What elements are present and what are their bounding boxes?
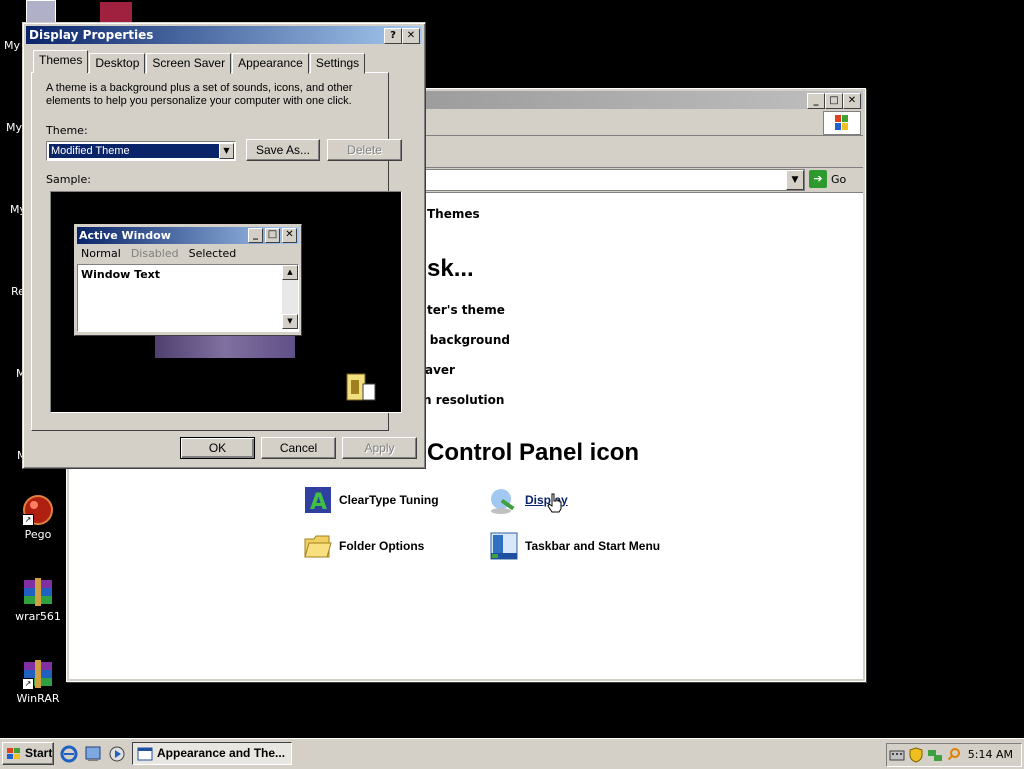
scroll-down-icon: ▼ — [282, 314, 298, 329]
network-icon[interactable] — [927, 747, 943, 763]
theme-select-value: Modified Theme — [49, 144, 219, 158]
theme-description: A theme is a background plus a set of so… — [46, 82, 353, 107]
tab-themes[interactable]: Themes — [33, 50, 89, 73]
keyboard-icon[interactable] — [889, 747, 905, 763]
theme-sample-preview: Active Window _ □ ✕ Normal Disabled Sele… — [50, 191, 402, 413]
cleartype-icon: A — [305, 487, 331, 515]
close-button[interactable]: ✕ — [843, 93, 861, 109]
sample-window-text: Window Text — [81, 268, 161, 281]
sample-menu-bar: Normal Disabled Selected — [81, 247, 236, 260]
sample-menu-selected: Selected — [188, 247, 237, 260]
minimize-button[interactable]: _ — [807, 93, 825, 109]
dialog-title: Display Properties — [29, 28, 154, 42]
tab-appearance[interactable]: Appearance — [232, 53, 309, 74]
delete-button[interactable]: Delete — [327, 139, 402, 161]
sample-minimize-icon: _ — [248, 228, 263, 243]
theme-dropdown-button[interactable]: ▼ — [219, 143, 234, 159]
cp-item-label: Taskbar and Start Menu — [525, 539, 661, 553]
start-button[interactable]: Start — [2, 742, 54, 765]
task-link-desktop-background[interactable]: p background — [417, 333, 510, 347]
sample-window-body: Window Text ▲ ▼ — [77, 264, 299, 332]
task-link-screen-resolution[interactable]: n resolution — [423, 393, 504, 407]
quick-launch — [60, 745, 126, 763]
dialog-close-button[interactable]: ✕ — [402, 28, 420, 44]
sample-title-bar: Active Window _ □ ✕ — [77, 227, 299, 244]
windows-logo-icon — [823, 111, 861, 135]
save-as-button[interactable]: Save As... — [246, 139, 320, 161]
go-button[interactable]: ➔ Go — [809, 169, 846, 189]
sample-active-window: Active Window _ □ ✕ Normal Disabled Sele… — [74, 224, 302, 336]
desktop-icon-wrar561[interactable]: wrar561 — [0, 576, 76, 623]
pick-icon-heading: Control Panel icon — [427, 439, 640, 466]
start-label: Start — [25, 746, 53, 760]
desktop-label-my-2: My — [6, 121, 23, 134]
desktop-icon-label: WinRAR — [16, 692, 60, 705]
go-arrow-icon: ➔ — [809, 170, 827, 188]
internet-explorer-icon[interactable] — [60, 745, 78, 763]
sample-menu-disabled: Disabled — [130, 247, 179, 260]
maximize-button[interactable]: □ — [825, 93, 843, 109]
theme-label: Theme: — [46, 124, 88, 137]
themes-link[interactable]: Themes — [427, 207, 480, 221]
winrar-archive-icon — [22, 576, 54, 608]
sample-label: Sample: — [46, 173, 91, 186]
cp-item-label: Folder Options — [339, 539, 425, 553]
taskbar-task-appearance[interactable]: Appearance and The... — [132, 742, 292, 765]
svg-text:A: A — [310, 490, 327, 515]
desktop-icon-label: Pego — [24, 528, 52, 541]
tab-screen-saver[interactable]: Screen Saver — [146, 53, 232, 74]
taskbar: Start Appearance and The... 5:14 AM — [0, 738, 1024, 769]
folder-options-icon — [304, 535, 332, 558]
display-properties-dialog: Display Properties ? ✕ Themes Desktop Sc… — [22, 22, 426, 469]
taskbar-icon — [490, 532, 518, 560]
tab-strip: Themes Desktop Screen Saver Appearance S… — [33, 50, 366, 74]
help-button[interactable]: ? — [384, 28, 402, 44]
go-label: Go — [831, 172, 847, 186]
tray-icons — [889, 747, 962, 763]
taskbar-task-label: Appearance and The... — [157, 746, 286, 760]
sample-sd-card-icon — [346, 373, 376, 401]
tab-settings[interactable]: Settings — [309, 53, 366, 74]
media-player-icon[interactable] — [108, 745, 126, 763]
system-tray: 5:14 AM — [886, 743, 1022, 767]
clock: 5:14 AM — [967, 748, 1013, 761]
winrar-top-icon[interactable] — [100, 2, 132, 22]
address-dropdown-button[interactable]: ▼ — [786, 170, 804, 190]
apply-button[interactable]: Apply — [342, 437, 417, 459]
desktop-icon-pego[interactable]: ↗ Pego — [0, 494, 76, 541]
sample-window-title: Active Window — [79, 229, 171, 242]
sample-menu-normal: Normal — [81, 247, 121, 260]
scroll-up-icon: ▲ — [282, 265, 298, 280]
display-icon — [491, 489, 515, 514]
winrar-icon: ↗ — [22, 658, 54, 690]
theme-select[interactable]: Modified Theme ▼ — [46, 141, 236, 161]
task-link-change-theme[interactable]: ter's theme — [427, 303, 505, 317]
security-shield-icon[interactable] — [908, 747, 924, 763]
folder-options-item[interactable]: Folder Options — [303, 531, 424, 561]
windows-flag-icon — [7, 747, 20, 759]
sample-close-icon: ✕ — [282, 228, 297, 243]
desktop-icon-label: wrar561 — [15, 610, 61, 623]
desktop-icon-winrar[interactable]: ↗ WinRAR — [0, 658, 76, 705]
cp-item-label: ClearType Tuning — [339, 493, 439, 507]
hand-cursor-icon — [547, 493, 562, 513]
pego-icon: ↗ — [22, 494, 54, 526]
control-panel-window-icon — [137, 747, 153, 760]
my-computer-icon[interactable] — [26, 0, 56, 24]
show-desktop-icon[interactable] — [84, 745, 102, 763]
sample-maximize-icon: □ — [265, 228, 280, 243]
pick-task-heading: sk... — [427, 255, 474, 282]
tab-desktop[interactable]: Desktop — [89, 53, 146, 74]
search-icon[interactable] — [946, 747, 962, 763]
taskbar-start-menu-item[interactable]: Taskbar and Start Menu — [489, 531, 660, 561]
sample-wallpaper-strip — [155, 336, 295, 358]
task-link-screen-saver[interactable]: aver — [425, 363, 455, 377]
desktop-label-my-1: My — [4, 39, 21, 52]
dialog-title-bar[interactable]: Display Properties ? ✕ — [26, 26, 422, 44]
cancel-button[interactable]: Cancel — [261, 437, 336, 459]
cleartype-tuning-item[interactable]: A ClearType Tuning — [303, 485, 439, 515]
sample-scrollbar: ▲ ▼ — [282, 265, 298, 329]
ok-button[interactable]: OK — [180, 437, 255, 459]
